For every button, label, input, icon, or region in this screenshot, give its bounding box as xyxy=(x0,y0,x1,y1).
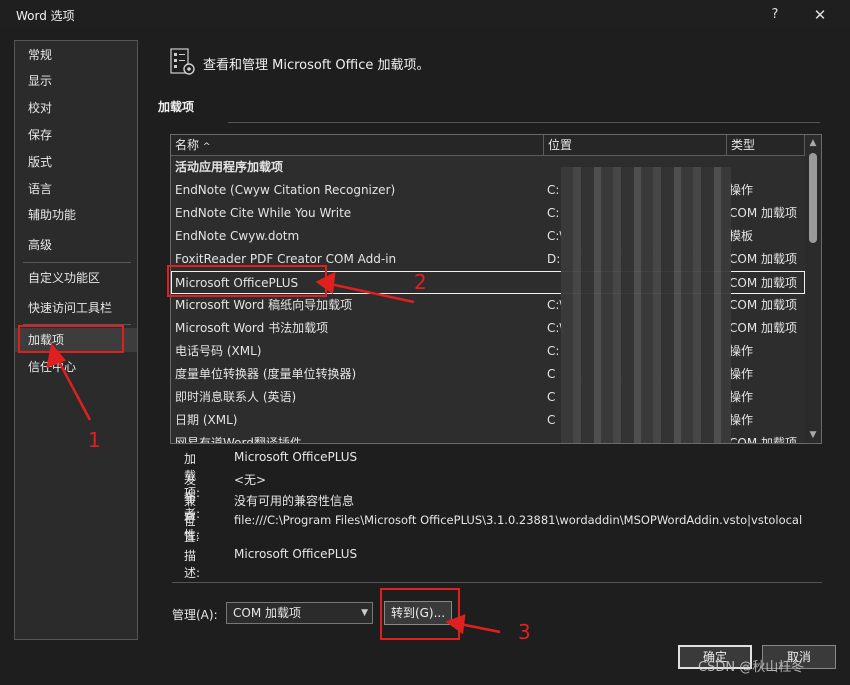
detail-location-label: 位置: xyxy=(184,514,200,544)
row-type: COM 加载项 xyxy=(729,252,797,266)
main-panel: 查看和管理 Microsoft Office 加载项。 加载项 名称 ^ 位置 … xyxy=(150,30,840,650)
row-name: 日期 (XML) xyxy=(175,413,238,427)
row-type: COM 加载项 xyxy=(729,298,797,312)
row-name: Microsoft Word 书法加载项 xyxy=(175,321,329,335)
row-location: C: xyxy=(547,206,560,220)
column-header-location[interactable]: 位置 xyxy=(544,135,727,156)
detail-publisher-value: <无> xyxy=(234,473,267,487)
sidebar-item-display[interactable]: 显示 xyxy=(15,69,137,93)
watermark: CSDN @秋山枉冬 xyxy=(698,660,805,675)
annotation-box-officeplus xyxy=(167,265,327,297)
row-type: 模板 xyxy=(729,229,754,243)
sidebar-item-layout[interactable]: 版式 xyxy=(15,150,137,174)
chevron-down-icon: ▼ xyxy=(361,608,368,618)
sidebar-item-trust-center[interactable]: 信任中心 xyxy=(15,355,137,379)
detail-desc-value: Microsoft OfficePLUS xyxy=(234,547,358,561)
page-title: 查看和管理 Microsoft Office 加载项。 xyxy=(203,58,430,73)
row-location: C xyxy=(547,390,556,404)
row-name: EndNote Cite While You Write xyxy=(175,206,352,220)
sidebar-item-proofing[interactable]: 校对 xyxy=(15,96,137,120)
annotation-number-3: 3 xyxy=(518,620,531,644)
row-location: C: xyxy=(547,183,560,197)
row-name: 度量单位转换器 (度量单位转换器) xyxy=(175,367,357,381)
sidebar-item-quick-access-toolbar[interactable]: 快速访问工具栏 xyxy=(15,296,137,320)
section-divider xyxy=(228,122,820,123)
addins-icon xyxy=(170,48,195,75)
scroll-down-icon[interactable]: ▼ xyxy=(807,429,819,441)
row-name: 即时消息联系人 (英语) xyxy=(175,390,297,404)
annotation-number-2: 2 xyxy=(414,270,427,294)
list-scrollbar[interactable]: ▲ ▼ xyxy=(805,135,821,443)
window-title: Word 选项 xyxy=(16,9,75,23)
sidebar-item-advanced[interactable]: 高级 xyxy=(15,233,137,257)
sidebar-item-customize-ribbon[interactable]: 自定义功能区 xyxy=(15,266,137,290)
manage-dropdown-value: COM 加载项 xyxy=(233,606,301,620)
sidebar-item-save[interactable]: 保存 xyxy=(15,123,137,147)
column-header-name[interactable]: 名称 ^ xyxy=(171,135,544,156)
row-type: 操作 xyxy=(729,183,754,197)
group-label: 活动应用程序加载项 xyxy=(175,160,284,174)
row-name: EndNote Cwyw.dotm xyxy=(175,229,300,243)
row-name: Microsoft Word 稿纸向导加载项 xyxy=(175,298,353,312)
sidebar-item-general[interactable]: 常规 xyxy=(15,43,137,67)
row-location: C xyxy=(547,413,556,427)
row-type: COM 加载项 xyxy=(729,436,797,444)
detail-location-value: file:///C:\Program Files\Microsoft Offic… xyxy=(234,513,803,527)
scroll-up-icon[interactable]: ▲ xyxy=(807,137,819,149)
blurred-paths xyxy=(561,167,731,443)
sidebar-item-language[interactable]: 语言 xyxy=(15,177,137,201)
row-location: D: xyxy=(547,252,561,266)
row-type: 操作 xyxy=(729,390,754,404)
row-type: 操作 xyxy=(729,367,754,381)
column-header-type[interactable]: 类型 xyxy=(727,135,805,156)
title-bar: Word 选项 ? ✕ xyxy=(0,0,850,30)
annotation-box-addins xyxy=(18,325,124,353)
detail-addin-value: Microsoft OfficePLUS xyxy=(234,450,358,464)
list-header: 名称 ^ 位置 类型 xyxy=(171,135,805,156)
detail-compat-value: 没有可用的兼容性信息 xyxy=(234,494,355,508)
sort-ascending-icon: ^ xyxy=(202,142,211,152)
row-location: C: xyxy=(547,344,560,358)
annotation-number-1: 1 xyxy=(88,428,101,452)
row-type: COM 加载项 xyxy=(729,276,797,290)
row-type: COM 加载项 xyxy=(729,206,797,220)
detail-desc-label: 描述: xyxy=(184,549,201,580)
manage-label: 管理(A): xyxy=(172,608,218,622)
column-name-label: 名称 xyxy=(175,138,200,152)
scroll-thumb[interactable] xyxy=(809,153,817,243)
row-name: 电话号码 (XML) xyxy=(175,344,262,358)
section-title: 加载项 xyxy=(158,100,195,114)
manage-dropdown[interactable]: COM 加载项 ▼ xyxy=(226,602,373,624)
row-type: 操作 xyxy=(729,344,754,358)
row-location: C xyxy=(547,367,556,381)
help-button[interactable]: ? xyxy=(764,4,786,26)
row-name: EndNote (Cwyw Citation Recognizer) xyxy=(175,183,396,197)
row-name: 网易有道Word翻译插件 xyxy=(175,436,302,444)
manage-divider xyxy=(172,582,822,583)
sidebar-divider xyxy=(23,262,131,263)
sidebar-item-accessibility[interactable]: 辅助功能 xyxy=(15,203,137,227)
row-type: 操作 xyxy=(729,413,754,427)
annotation-box-goto xyxy=(380,588,460,640)
close-button[interactable]: ✕ xyxy=(808,4,832,26)
row-type: COM 加载项 xyxy=(729,321,797,335)
